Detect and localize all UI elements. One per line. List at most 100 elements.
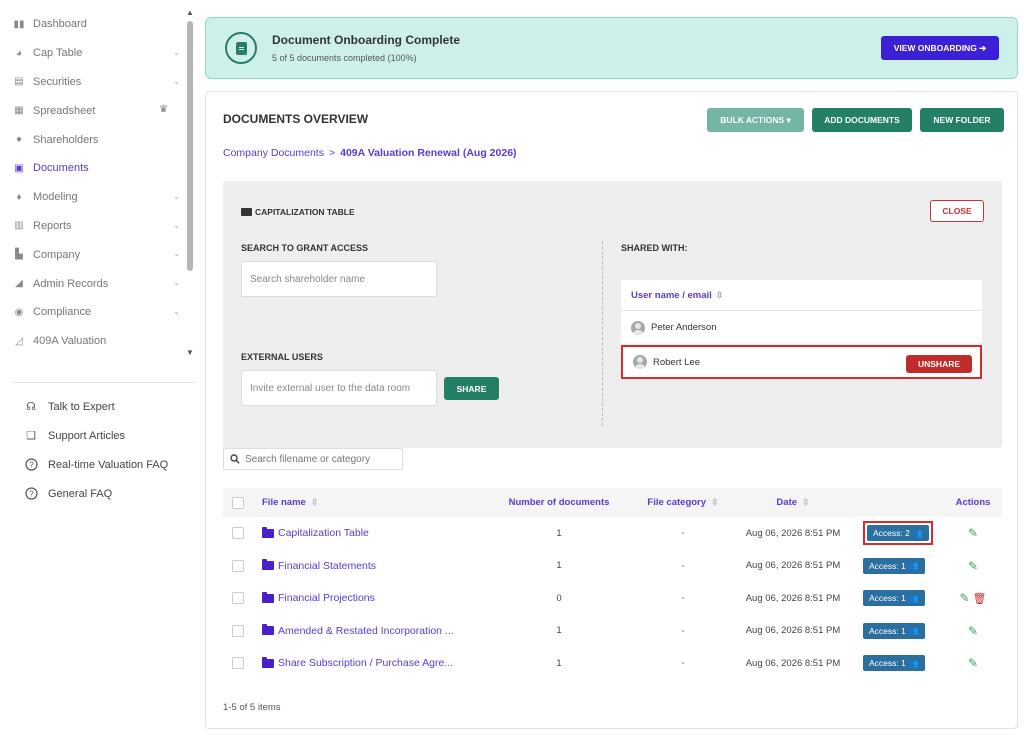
edit-icon[interactable]: ✎	[968, 624, 978, 638]
sidebar-item-reports[interactable]: ▥ Reports ⌄	[0, 212, 186, 241]
file-name-link[interactable]: Share Subscription / Purchase Agre...	[262, 647, 453, 680]
chevron-down-icon[interactable]: ⌄	[173, 48, 180, 57]
row-checkbox[interactable]	[232, 657, 244, 670]
users-icon: 👥	[912, 528, 923, 538]
scroll-thumb[interactable]	[187, 21, 193, 271]
sidebar-item-label: Dashboard	[33, 18, 87, 31]
file-search-input[interactable]	[245, 453, 395, 465]
view-onboarding-button[interactable]: VIEW ONBOARDING ➔	[881, 36, 999, 60]
edit-icon[interactable]: ✎	[959, 591, 969, 605]
access-badge-button[interactable]: Access: 1 👥	[863, 590, 925, 607]
row-checkbox[interactable]	[232, 592, 244, 605]
sidebar-item-409a-valuation[interactable]: ◿ 409A Valuation	[0, 327, 186, 356]
external-user-input[interactable]	[241, 370, 437, 406]
sidebar-item-cap-table[interactable]: ◕ Cap Table ⌄	[0, 39, 186, 68]
file-name-link[interactable]: Financial Projections	[262, 582, 375, 615]
sidebar-item-documents[interactable]: ▣ Documents	[0, 154, 186, 183]
scroll-down-icon[interactable]: ▼	[186, 348, 194, 358]
sort-icon[interactable]: ⇳	[716, 290, 724, 301]
access-badge-button[interactable]: Access: 1 👥	[863, 622, 925, 639]
sort-icon[interactable]: ⇳	[802, 497, 810, 508]
row-select-cell	[232, 550, 244, 583]
chevron-down-icon[interactable]: ⌄	[173, 249, 180, 258]
chevron-down-icon[interactable]: ⌄	[173, 278, 180, 287]
bulk-actions-button[interactable]: BULK ACTIONS ▾	[707, 108, 804, 132]
access-badge-button[interactable]: Access: 1 👥	[863, 655, 925, 672]
sidebar-item-label: Admin Records	[33, 277, 109, 290]
close-button[interactable]: CLOSE	[930, 200, 984, 222]
access-badge-button[interactable]: Access: 2 👥	[867, 525, 929, 542]
row-actions: ✎	[953, 615, 993, 648]
sidebar-item-label: Documents	[33, 162, 89, 175]
documents-overview-card: DOCUMENTS OVERVIEW BULK ACTIONS ▾ ADD DO…	[205, 91, 1018, 729]
sidebar-item-shareholders[interactable]: ● Shareholders	[0, 125, 186, 154]
add-documents-button[interactable]: ADD DOCUMENTS	[812, 108, 912, 132]
help-link-general-faq[interactable]: ? General FAQ	[0, 479, 198, 508]
row-checkbox[interactable]	[232, 527, 244, 540]
select-all-checkbox[interactable]	[232, 496, 244, 509]
sidebar-item-spreadsheet[interactable]: ▦ Spreadsheet ♛	[0, 96, 186, 125]
document-icon	[225, 32, 257, 64]
breadcrumb-current: 409A Valuation Renewal (Aug 2026)	[340, 147, 517, 159]
access-count: Access: 1	[869, 625, 906, 636]
header-category-label: File category	[647, 497, 707, 508]
chevron-down-icon[interactable]: ⌄	[173, 77, 180, 86]
file-category: -	[681, 592, 685, 605]
sort-icon[interactable]: ⇳	[311, 497, 319, 508]
header-date[interactable]: Date ⇳	[743, 488, 843, 517]
chevron-down-icon[interactable]: ⌄	[173, 192, 180, 201]
grant-access-search-input[interactable]	[241, 261, 437, 297]
file-name-link[interactable]: Capitalization Table	[262, 517, 369, 550]
sidebar-scrollbar[interactable]: ▲ ▼	[186, 8, 194, 360]
row-checkbox[interactable]	[232, 624, 244, 637]
access-badge-button[interactable]: Access: 1 👥	[863, 557, 925, 574]
scroll-up-icon[interactable]: ▲	[186, 8, 194, 18]
sidebar-item-modeling[interactable]: ♦ Modeling ⌄	[0, 183, 186, 212]
unshare-button[interactable]: UNSHARE	[906, 355, 972, 373]
chevron-down-icon[interactable]: ⌄	[173, 221, 180, 230]
edit-icon[interactable]: ✎	[968, 526, 978, 540]
share-button[interactable]: SHARE	[444, 377, 499, 400]
access-count: Access: 1	[869, 658, 906, 669]
help-link-support-articles[interactable]: ❑ Support Articles	[0, 421, 198, 450]
cap-table-icon: ◕	[15, 47, 23, 59]
file-name-link[interactable]: Amended & Restated Incorporation ...	[262, 615, 454, 648]
file-search[interactable]	[223, 448, 403, 470]
shared-user-name: Peter Anderson	[651, 322, 717, 333]
header-file-name[interactable]: File name ⇳	[262, 488, 318, 517]
sidebar-item-securities[interactable]: ▤ Securities ⌄	[0, 68, 186, 97]
shared-user-row-highlighted: Robert Lee UNSHARE	[621, 345, 982, 379]
breadcrumb-root[interactable]: Company Documents	[223, 147, 324, 159]
headset-icon: ☊	[26, 401, 36, 413]
users-icon: 👥	[908, 658, 919, 668]
document-count: 1	[556, 527, 562, 539]
sidebar-item-dashboard[interactable]: ▮▮ Dashboard	[0, 10, 186, 39]
help-link-real-time-valuation-faq[interactable]: ? Real-time Valuation FAQ	[0, 450, 198, 479]
shared-table-header[interactable]: User name / email ⇳	[621, 280, 982, 311]
file-date: Aug 06, 2026 8:51 PM	[745, 625, 841, 637]
trash-icon[interactable]: 🗑	[973, 592, 987, 605]
new-folder-button[interactable]: NEW FOLDER	[920, 108, 1004, 132]
header-date-label: Date	[776, 497, 798, 508]
chevron-down-icon[interactable]: ⌄	[173, 307, 180, 316]
header-file-name-label: File name	[262, 497, 306, 508]
document-count: 0	[556, 592, 562, 604]
help-link-talk-to-expert[interactable]: ☊ Talk to Expert	[0, 392, 198, 421]
documents-icon: ▣	[14, 162, 24, 174]
row-checkbox[interactable]	[232, 559, 244, 572]
access-badge-wrapper: Access: 1 👥	[863, 655, 925, 672]
sort-icon[interactable]: ⇳	[711, 497, 719, 508]
edit-icon[interactable]: ✎	[968, 559, 978, 573]
user-avatar-icon	[631, 320, 645, 335]
users-icon: 👥	[908, 626, 919, 636]
help-link-label: Talk to Expert	[48, 400, 115, 413]
sidebar-item-compliance[interactable]: ◉ Compliance ⌄	[0, 298, 186, 327]
sidebar-item-admin-records[interactable]: ◢ Admin Records ⌄	[0, 269, 186, 298]
file-name-link[interactable]: Financial Statements	[262, 550, 376, 583]
help-link-label: General FAQ	[48, 487, 113, 500]
sidebar-item-company[interactable]: ▙ Company ⌄	[0, 240, 186, 269]
access-count: Access: 2	[873, 528, 910, 539]
table-row: Financial Statements 1 - Aug 06, 2026 8:51 …	[223, 550, 1002, 583]
header-category[interactable]: File category ⇳	[633, 488, 733, 517]
edit-icon[interactable]: ✎	[968, 656, 978, 670]
